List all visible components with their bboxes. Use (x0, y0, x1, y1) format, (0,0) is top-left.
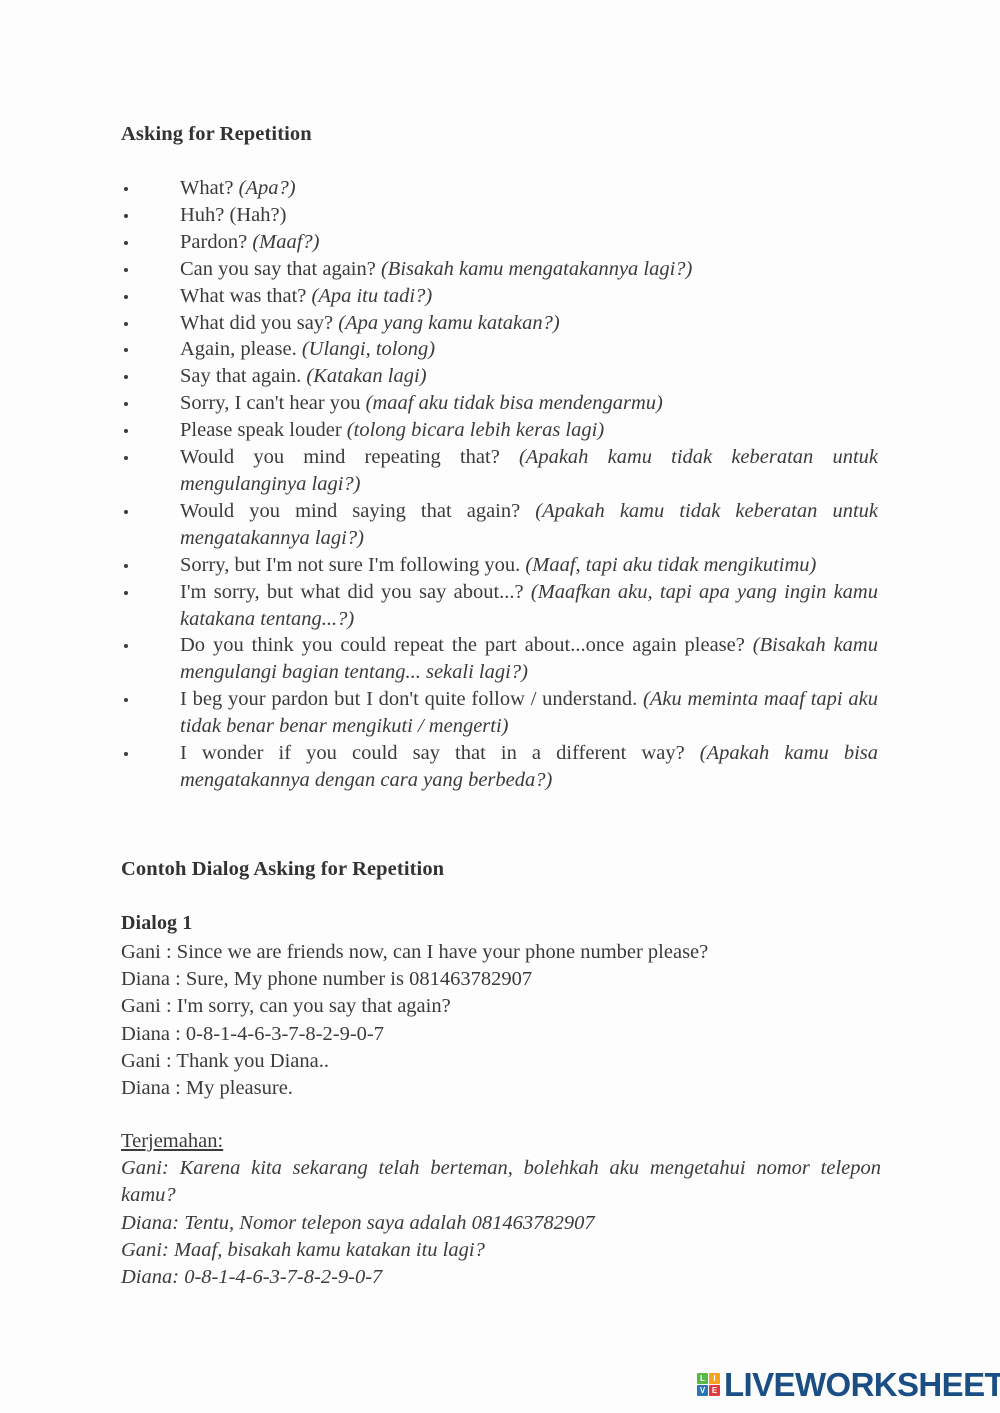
phrase-item: Would you mind saying that again? (Apaka… (0, 498, 1000, 552)
liveworksheets-logo: LIVE LIVEWORKSHEETS (697, 1368, 1000, 1401)
phrase-item: Sorry, but I'm not sure I'm following yo… (0, 552, 1000, 579)
translation-block: Terjemahan: Gani: Karena kita sekarang t… (121, 1128, 881, 1291)
phrase-english: I'm sorry, but what did you say about...… (180, 580, 531, 603)
phrase-english: Huh? (Hah?) (180, 203, 287, 226)
phrase-translation: (Bisakah kamu mengatakannya lagi?) (380, 257, 693, 280)
phrase-item: Huh? (Hah?) (0, 202, 1000, 229)
dialog-line: Gani : Thank you Diana.. (121, 1049, 329, 1072)
phrase-english: Say that again. (180, 365, 307, 388)
translation-line: Gani: Maaf, bisakah kamu katakan itu lag… (121, 1238, 485, 1261)
phrase-item: Again, please. (Ulangi, tolong) (0, 336, 1000, 363)
phrase-item: Please speak louder (tolong bicara lebih… (0, 417, 1000, 444)
phrase-item: Pardon? (Maaf?) (0, 229, 1000, 256)
phrase-english: Sorry, but I'm not sure I'm following yo… (180, 553, 526, 576)
phrase-item: Say that again. (Katakan lagi) (0, 363, 1000, 390)
phrase-item: Would you mind repeating that? (Apakah k… (0, 444, 1000, 498)
phrase-translation: (Ulangi, tolong) (301, 338, 436, 361)
phrase-translation: (Apa itu tadi?) (311, 284, 433, 307)
phrase-item: What did you say? (Apa yang kamu katakan… (0, 310, 1000, 337)
translation-title: Terjemahan: (121, 1130, 224, 1152)
phrase-english: Can you say that again? (180, 257, 381, 280)
phrase-english: Would you mind repeating that? (180, 446, 519, 469)
phrase-english: What was that? (180, 284, 312, 307)
dialog-1-transcript: Gani : Since we are friends now, can I h… (121, 939, 911, 1102)
phrase-translation: (Maaf, tapi aku tidak mengikutimu) (525, 553, 817, 576)
phrase-list: What? (Apa?) Huh? (Hah?) Pardon? (Maaf?) Ca… (0, 175, 1000, 794)
translation-lines: Gani: Karena kita sekarang telah bertema… (121, 1155, 881, 1291)
logo-cell-l-icon: L (697, 1373, 708, 1384)
phrase-english: Please speak louder (180, 419, 347, 442)
phrase-translation: (Maaf?) (252, 230, 320, 253)
phrase-item: What was that? (Apa itu tadi?) (0, 283, 1000, 310)
phrase-item: Can you say that again? (Bisakah kamu me… (0, 256, 1000, 283)
phrase-english: Would you mind saying that again? (180, 499, 536, 522)
phrase-translation: (Katakan lagi) (306, 365, 427, 388)
phrase-translation: (maaf aku tidak bisa mendengarmu) (365, 392, 663, 415)
phrase-item: Do you think you could repeat the part a… (0, 632, 1000, 686)
phrase-item: I beg your pardon but I don't quite foll… (0, 686, 1000, 740)
phrase-item: What? (Apa?) (0, 175, 1000, 202)
phrase-english: What? (180, 177, 239, 199)
phrase-english: Sorry, I can't hear you (180, 392, 366, 415)
section-heading-dialog-1: Dialog 1 (121, 912, 193, 934)
phrase-english: I wonder if you could say that in a diff… (180, 742, 700, 765)
phrase-item: I'm sorry, but what did you say about...… (0, 579, 1000, 633)
phrase-english: Again, please. (180, 338, 302, 361)
translation-line: Gani: Karena kita sekarang telah bertema… (121, 1157, 881, 1207)
translation-line: Diana: 0-8-1-4-6-3-7-8-2-9-0-7 (121, 1266, 383, 1289)
logo-cell-e-icon: E (709, 1385, 720, 1396)
logo-cell-i-icon: I (709, 1373, 720, 1384)
dialog-line: Diana : My pleasure. (121, 1077, 293, 1100)
translation-line: Diana: Tentu, Nomor telepon saya adalah … (121, 1211, 595, 1234)
section-heading-contoh-dialog: Contoh Dialog Asking for Repetition (121, 858, 445, 880)
dialog-line: Gani : Since we are friends now, can I h… (121, 941, 709, 963)
phrase-english: What did you say? (180, 311, 339, 334)
dialog-line: Diana : 0-8-1-4-6-3-7-8-2-9-0-7 (121, 1022, 384, 1045)
dialog-line: Gani : I'm sorry, can you say that again… (121, 995, 451, 1018)
phrase-translation: (Apa?) (238, 177, 296, 199)
page-title: Asking for Repetition (121, 123, 312, 145)
phrase-english: Pardon? (180, 230, 253, 253)
liveworksheets-wordmark: LIVEWORKSHEETS (724, 1366, 1000, 1403)
phrase-translation: (tolong bicara lebih keras lagi) (346, 419, 605, 442)
phrase-english: I beg your pardon but I don't quite foll… (180, 688, 644, 711)
document-page: Asking for Repetition What? (Apa?) Huh? (… (0, 0, 1000, 1413)
phrase-item: Sorry, I can't hear you (maaf aku tidak … (0, 390, 1000, 417)
phrase-item: I wonder if you could say that in a diff… (0, 740, 1000, 794)
logo-cell-v-icon: V (697, 1385, 708, 1396)
phrase-english: Do you think you could repeat the part a… (180, 634, 753, 657)
dialog-line: Diana : Sure, My phone number is 0814637… (121, 968, 533, 991)
liveworksheets-logo-icon: LIVE (697, 1373, 720, 1396)
phrase-translation: (Apa yang kamu katakan?) (338, 311, 560, 334)
